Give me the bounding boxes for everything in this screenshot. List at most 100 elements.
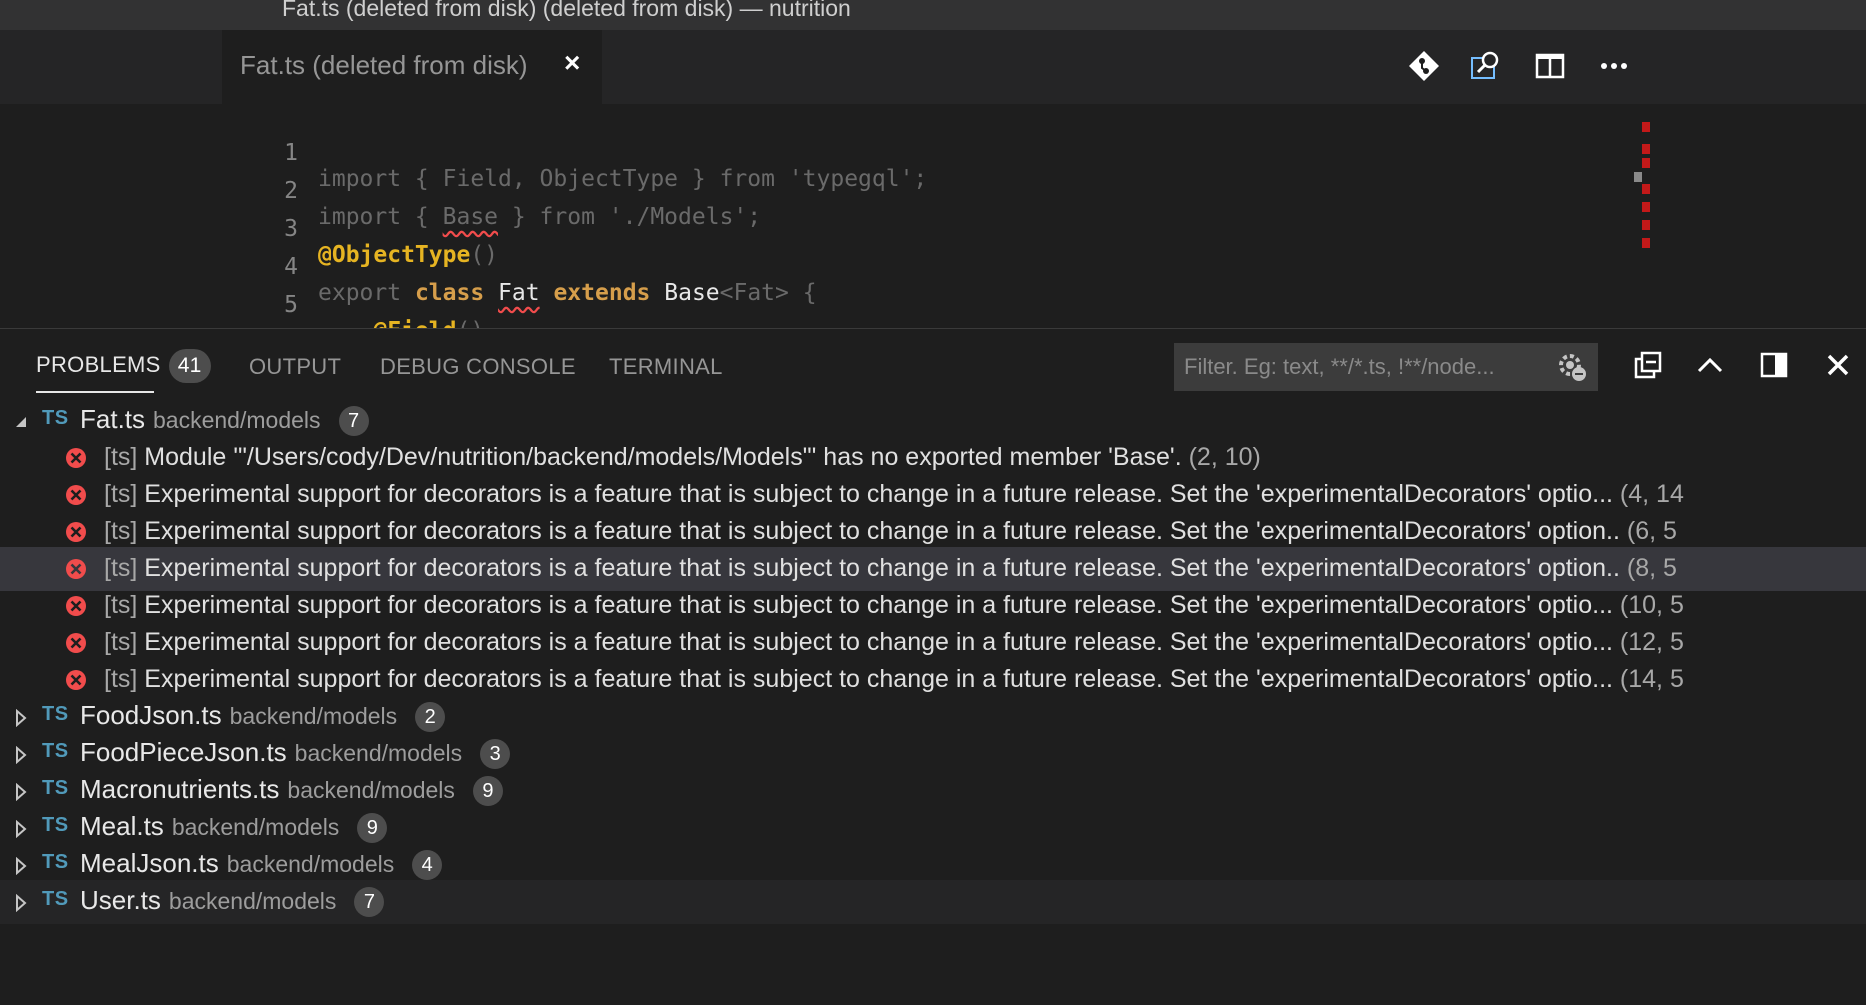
typescript-file-icon: TS bbox=[42, 814, 69, 836]
problem-source: [ts] bbox=[104, 517, 138, 545]
problem-text: Experimental support for decorators is a… bbox=[144, 591, 1613, 619]
ruler-cursor-mark bbox=[1634, 172, 1642, 182]
file-path: backend/models bbox=[287, 777, 455, 803]
editor-tab-bar: Fat.ts (deleted from disk) × bbox=[0, 30, 1866, 104]
ruler-error-mark bbox=[1642, 158, 1650, 168]
problem-message: [ts] Experimental support for decorators… bbox=[104, 591, 1684, 620]
split-editor-icon[interactable] bbox=[1532, 48, 1568, 84]
code-line: 5 @Field() bbox=[0, 266, 1700, 344]
file-path: backend/models bbox=[294, 740, 463, 766]
file-label: FoodPieceJson.ts backend/models 3 bbox=[80, 737, 511, 770]
problem-message: [ts] Experimental support for decorators… bbox=[104, 554, 1677, 583]
chevron-right-icon[interactable] bbox=[14, 779, 28, 802]
file-label: Meal.ts backend/models 9 bbox=[80, 811, 388, 844]
ruler-error-mark bbox=[1642, 122, 1650, 132]
error-icon bbox=[64, 446, 88, 470]
problem-source: [ts] bbox=[104, 628, 138, 656]
chevron-right-icon[interactable] bbox=[14, 853, 28, 876]
code-line: 1 import { Field, ObjectType } from 'typ… bbox=[0, 114, 1700, 192]
problem-location: (4, 14 bbox=[1619, 480, 1684, 508]
problem-message: [ts] Module '"/Users/cody/Dev/nutrition/… bbox=[104, 443, 1261, 472]
problem-location: (8, 5 bbox=[1626, 554, 1677, 582]
file-name: Macronutrients.ts bbox=[80, 774, 280, 804]
file-label: User.ts backend/models 7 bbox=[80, 885, 385, 918]
file-name: FoodPieceJson.ts bbox=[80, 737, 287, 767]
ruler-error-mark bbox=[1642, 144, 1650, 154]
tab-debug-console[interactable]: DEBUG CONSOLE bbox=[380, 354, 576, 380]
search-references-icon[interactable] bbox=[1468, 48, 1504, 84]
editor-area: Fat.ts (deleted from disk) × 1 import { … bbox=[0, 30, 1866, 382]
maximize-panel-icon[interactable] bbox=[1694, 349, 1726, 381]
window-title: Fat.ts (deleted from disk) (deleted from… bbox=[282, 0, 851, 21]
chevron-right-icon[interactable] bbox=[14, 705, 28, 728]
file-group[interactable]: TS User.ts backend/models 7 bbox=[0, 880, 1866, 924]
more-actions-icon[interactable] bbox=[1596, 48, 1632, 84]
problem-text: Experimental support for decorators is a… bbox=[144, 628, 1613, 656]
problems-filter-input[interactable]: Filter. Eg: text, **/*.ts, !**/node... bbox=[1174, 343, 1598, 391]
chevron-right-icon[interactable] bbox=[14, 742, 28, 765]
file-path: backend/models bbox=[153, 407, 321, 433]
file-name: FoodJson.ts bbox=[80, 700, 222, 730]
filter-settings-icon[interactable] bbox=[1556, 351, 1588, 383]
problem-text: Experimental support for decorators is a… bbox=[144, 517, 1620, 545]
typescript-file-icon: TS bbox=[42, 888, 69, 910]
close-panel-icon[interactable] bbox=[1822, 349, 1854, 381]
problem-source: [ts] bbox=[104, 554, 138, 582]
file-label: Macronutrients.ts backend/models 9 bbox=[80, 774, 503, 807]
tab-problems-label: PROBLEMS bbox=[36, 351, 161, 377]
problem-text: Experimental support for decorators is a… bbox=[144, 665, 1613, 693]
file-path: backend/models bbox=[171, 814, 340, 840]
code-line: 3 @ObjectType() bbox=[0, 190, 1700, 268]
file-name: Fat.ts bbox=[80, 404, 146, 434]
problem-message: [ts] Experimental support for decorators… bbox=[104, 480, 1684, 509]
problem-location: (6, 5 bbox=[1626, 517, 1677, 545]
file-name: Meal.ts bbox=[80, 811, 164, 841]
chevron-down-icon[interactable] bbox=[14, 409, 28, 427]
toggle-panel-position-icon[interactable] bbox=[1758, 349, 1790, 381]
close-tab-icon[interactable]: × bbox=[564, 49, 580, 77]
file-problem-count: 4 bbox=[412, 850, 443, 881]
file-path: backend/models bbox=[226, 851, 395, 877]
problem-message: [ts] Experimental support for decorators… bbox=[104, 628, 1684, 657]
tab-problems[interactable]: PROBLEMS 41 bbox=[36, 349, 211, 393]
tab-terminal[interactable]: TERMINAL bbox=[609, 354, 723, 380]
code-line: 2 import { Base } from './Models'; bbox=[0, 152, 1700, 230]
problem-message: [ts] Experimental support for decorators… bbox=[104, 517, 1677, 546]
file-problem-count: 3 bbox=[480, 739, 511, 770]
problem-text: Experimental support for decorators is a… bbox=[144, 554, 1620, 582]
code-editor[interactable]: 1 import { Field, ObjectType } from 'typ… bbox=[0, 104, 1866, 382]
file-label: MealJson.ts backend/models 4 bbox=[80, 848, 443, 881]
file-name: User.ts bbox=[80, 885, 161, 915]
git-compare-icon[interactable] bbox=[1406, 48, 1442, 84]
editor-tab-fat-ts[interactable]: Fat.ts (deleted from disk) × bbox=[222, 30, 603, 104]
ruler-error-mark bbox=[1642, 238, 1650, 248]
problems-count-badge: 41 bbox=[168, 349, 211, 383]
file-problem-count: 7 bbox=[338, 406, 369, 437]
problem-source: [ts] bbox=[104, 591, 138, 619]
error-icon bbox=[64, 631, 88, 655]
typescript-file-icon: TS bbox=[42, 777, 69, 799]
ruler-error-mark bbox=[1642, 184, 1650, 194]
file-problem-count: 9 bbox=[357, 813, 388, 844]
typescript-file-icon: TS bbox=[42, 703, 69, 725]
chevron-right-icon[interactable] bbox=[14, 816, 28, 839]
error-icon bbox=[64, 594, 88, 618]
chevron-right-icon[interactable] bbox=[14, 890, 28, 913]
problem-message: [ts] Experimental support for decorators… bbox=[104, 665, 1684, 694]
file-label: Fat.ts backend/models 7 bbox=[80, 404, 369, 437]
problem-location: (12, 5 bbox=[1619, 628, 1684, 656]
collapse-all-icon[interactable] bbox=[1632, 349, 1664, 381]
editor-tab-label: Fat.ts (deleted from disk) bbox=[240, 50, 528, 80]
error-icon bbox=[64, 483, 88, 507]
file-problem-count: 7 bbox=[354, 887, 385, 918]
error-icon bbox=[64, 668, 88, 692]
bottom-panel: PROBLEMS 41 OUTPUT DEBUG CONSOLE TERMINAL… bbox=[0, 328, 1866, 1005]
file-problem-count: 2 bbox=[415, 702, 446, 733]
error-icon bbox=[64, 557, 88, 581]
ruler-error-mark bbox=[1642, 220, 1650, 230]
file-problem-count: 9 bbox=[472, 776, 503, 807]
file-label: FoodJson.ts backend/models 2 bbox=[80, 700, 446, 733]
tab-output[interactable]: OUTPUT bbox=[249, 354, 341, 380]
error-icon bbox=[64, 520, 88, 544]
file-name: MealJson.ts bbox=[80, 848, 219, 878]
